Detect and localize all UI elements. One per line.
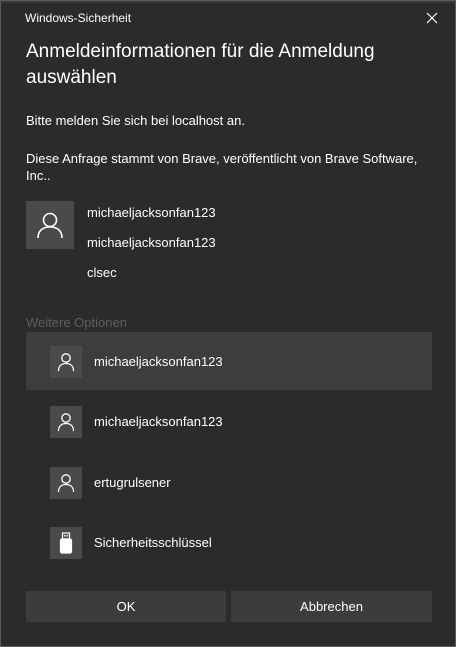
close-icon[interactable] [423,9,441,27]
option-account-1[interactable]: michaeljacksonfan123 [26,332,432,390]
more-options-label: Weitere Optionen [26,315,127,330]
person-icon [26,201,74,249]
option-label: ertugrulsener [94,475,171,490]
title-bar: Windows-Sicherheit [1,3,455,33]
ok-button[interactable]: OK [26,591,226,622]
window-title: Windows-Sicherheit [25,11,132,25]
dialog-heading: Anmeldeinformationen für die Anmeldung a… [26,41,375,88]
credential-username: michaeljacksonfan123 [87,205,216,220]
option-account-2[interactable]: michaeljacksonfan123 [26,392,432,450]
person-icon [50,406,82,438]
sign-in-message: Bitte melden Sie sich bei localhost an. [26,113,245,128]
credential-dialog: Windows-Sicherheit Anmeldeinformationen … [0,0,456,647]
cancel-button[interactable]: Abbrechen [231,591,432,622]
request-source-message: Diese Anfrage stammt von Brave, veröffen… [26,151,418,183]
person-icon [50,346,82,378]
person-icon [50,467,82,499]
option-security-key[interactable]: Sicherheitsschlüssel [26,513,432,571]
credential-domain: clsec [87,265,117,280]
current-credential: michaeljacksonfan123 michaeljacksonfan12… [26,201,426,291]
option-label: Sicherheitsschlüssel [94,535,212,550]
usb-key-icon [50,527,82,559]
credential-display-name: michaeljacksonfan123 [87,235,216,250]
option-label: michaeljacksonfan123 [94,354,223,369]
option-label: michaeljacksonfan123 [94,414,223,429]
option-account-3[interactable]: ertugrulsener [26,453,432,511]
